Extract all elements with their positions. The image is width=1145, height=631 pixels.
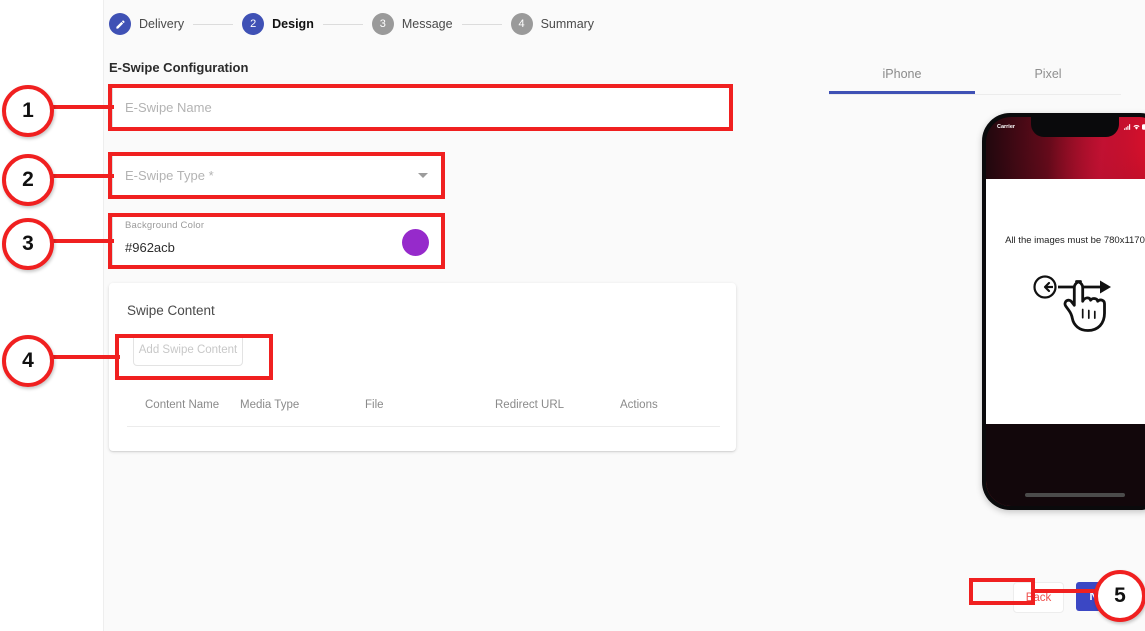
annotation-marker-3: 3 (2, 218, 54, 270)
column-header-actions: Actions (620, 399, 658, 411)
step-connector-2 (322, 23, 363, 25)
background-color-value: #962acb (125, 240, 175, 255)
step-design-label: Design (272, 17, 314, 31)
step-delivery-badge (109, 13, 131, 35)
back-button[interactable]: Back (1013, 582, 1064, 613)
step-connector-1 (193, 23, 234, 25)
screenshot-root: Delivery 2 Design 3 Message 4 Summary E-… (0, 0, 1145, 631)
annotation-marker-2: 2 (2, 154, 54, 206)
table-header-row: Content Name Media Type File Redirect UR… (127, 399, 720, 427)
eswipe-type-placeholder: E-Swipe Type * (125, 168, 214, 183)
step-summary-label: Summary (540, 17, 595, 31)
status-carrier-label: Carrier (997, 124, 1016, 130)
preview-instruction-text: All the images must be 780x1170 (1005, 235, 1145, 246)
annotation-marker-4: 4 (2, 335, 54, 387)
step-message-badge: 3 (371, 13, 394, 35)
annotation-marker-1: 1 (2, 85, 54, 137)
step-design-badge: 2 (242, 13, 265, 35)
wizard-stepper: Delivery 2 Design 3 Message 4 Summary (109, 10, 594, 38)
column-header-content-name: Content Name (145, 399, 220, 411)
background-color-input[interactable]: Background Color #962acb (112, 213, 445, 269)
color-swatch[interactable] (402, 229, 429, 256)
eswipe-type-select[interactable]: E-Swipe Type * (112, 152, 445, 199)
eswipe-preview-screen: All the images must be 780x1170 (986, 179, 1145, 424)
wifi-icon (1133, 125, 1140, 130)
eswipe-name-input[interactable]: E-Swipe Name (112, 84, 733, 131)
swipe-content-table: Content Name Media Type File Redirect UR… (127, 399, 720, 427)
step-delivery[interactable]: Delivery (109, 13, 184, 35)
tab-iphone[interactable]: iPhone (829, 60, 975, 94)
step-summary[interactable]: 4 Summary (510, 13, 595, 35)
next-button[interactable]: Next (1076, 582, 1128, 611)
phone-mockup: Carrier All the images must be 780x1170 (982, 113, 1145, 510)
device-preview-panel: iPhone Pixel Carrier All the images must… (829, 0, 1145, 631)
status-indicators (1124, 124, 1145, 130)
column-header-media-type: Media Type (240, 399, 300, 411)
step-summary-badge: 4 (510, 13, 533, 35)
chevron-down-icon (418, 173, 428, 178)
phone-notch (1031, 117, 1119, 137)
eswipe-name-placeholder: E-Swipe Name (125, 100, 212, 115)
column-header-redirect-url: Redirect URL (495, 399, 565, 411)
signal-icon (1124, 124, 1131, 130)
swipe-content-card: Swipe Content Add Swipe Content Content … (109, 283, 736, 451)
phone-screen: Carrier All the images must be 780x1170 (986, 117, 1145, 506)
app-content-panel: Delivery 2 Design 3 Message 4 Summary E-… (103, 0, 1145, 631)
step-message-label: Message (401, 17, 453, 31)
home-indicator (1025, 493, 1125, 497)
wizard-footer: Back Next (829, 570, 1145, 613)
page-title: E-Swipe Configuration (109, 60, 249, 75)
add-swipe-content-button[interactable]: Add Swipe Content (133, 334, 243, 366)
device-tabs: iPhone Pixel (829, 60, 1121, 95)
step-delivery-label: Delivery (139, 17, 185, 31)
swipe-gesture-icon (1030, 271, 1120, 342)
background-color-label: Background Color (125, 220, 205, 231)
step-connector-3 (461, 23, 502, 25)
step-design[interactable]: 2 Design (242, 13, 314, 35)
tab-pixel[interactable]: Pixel (975, 60, 1121, 94)
step-message[interactable]: 3 Message (371, 13, 453, 35)
swipe-content-title: Swipe Content (127, 303, 215, 318)
column-header-file: File (365, 399, 384, 411)
